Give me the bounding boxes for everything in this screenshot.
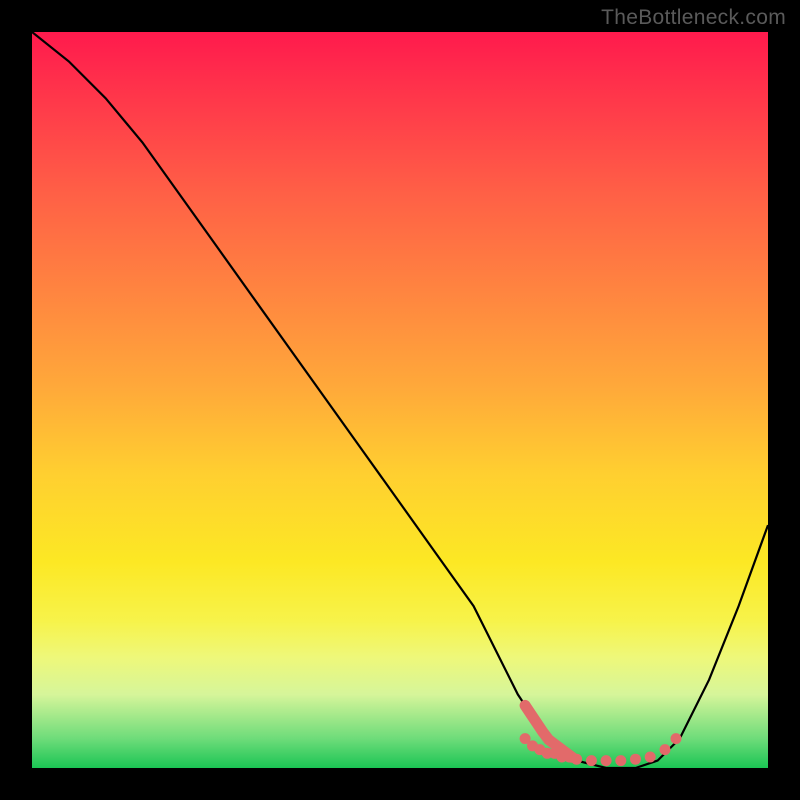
chart-plot-area bbox=[32, 32, 768, 768]
optimal-range-dots bbox=[32, 32, 768, 768]
watermark-text: TheBottleneck.com bbox=[601, 6, 786, 30]
bottleneck-curve bbox=[32, 32, 768, 768]
